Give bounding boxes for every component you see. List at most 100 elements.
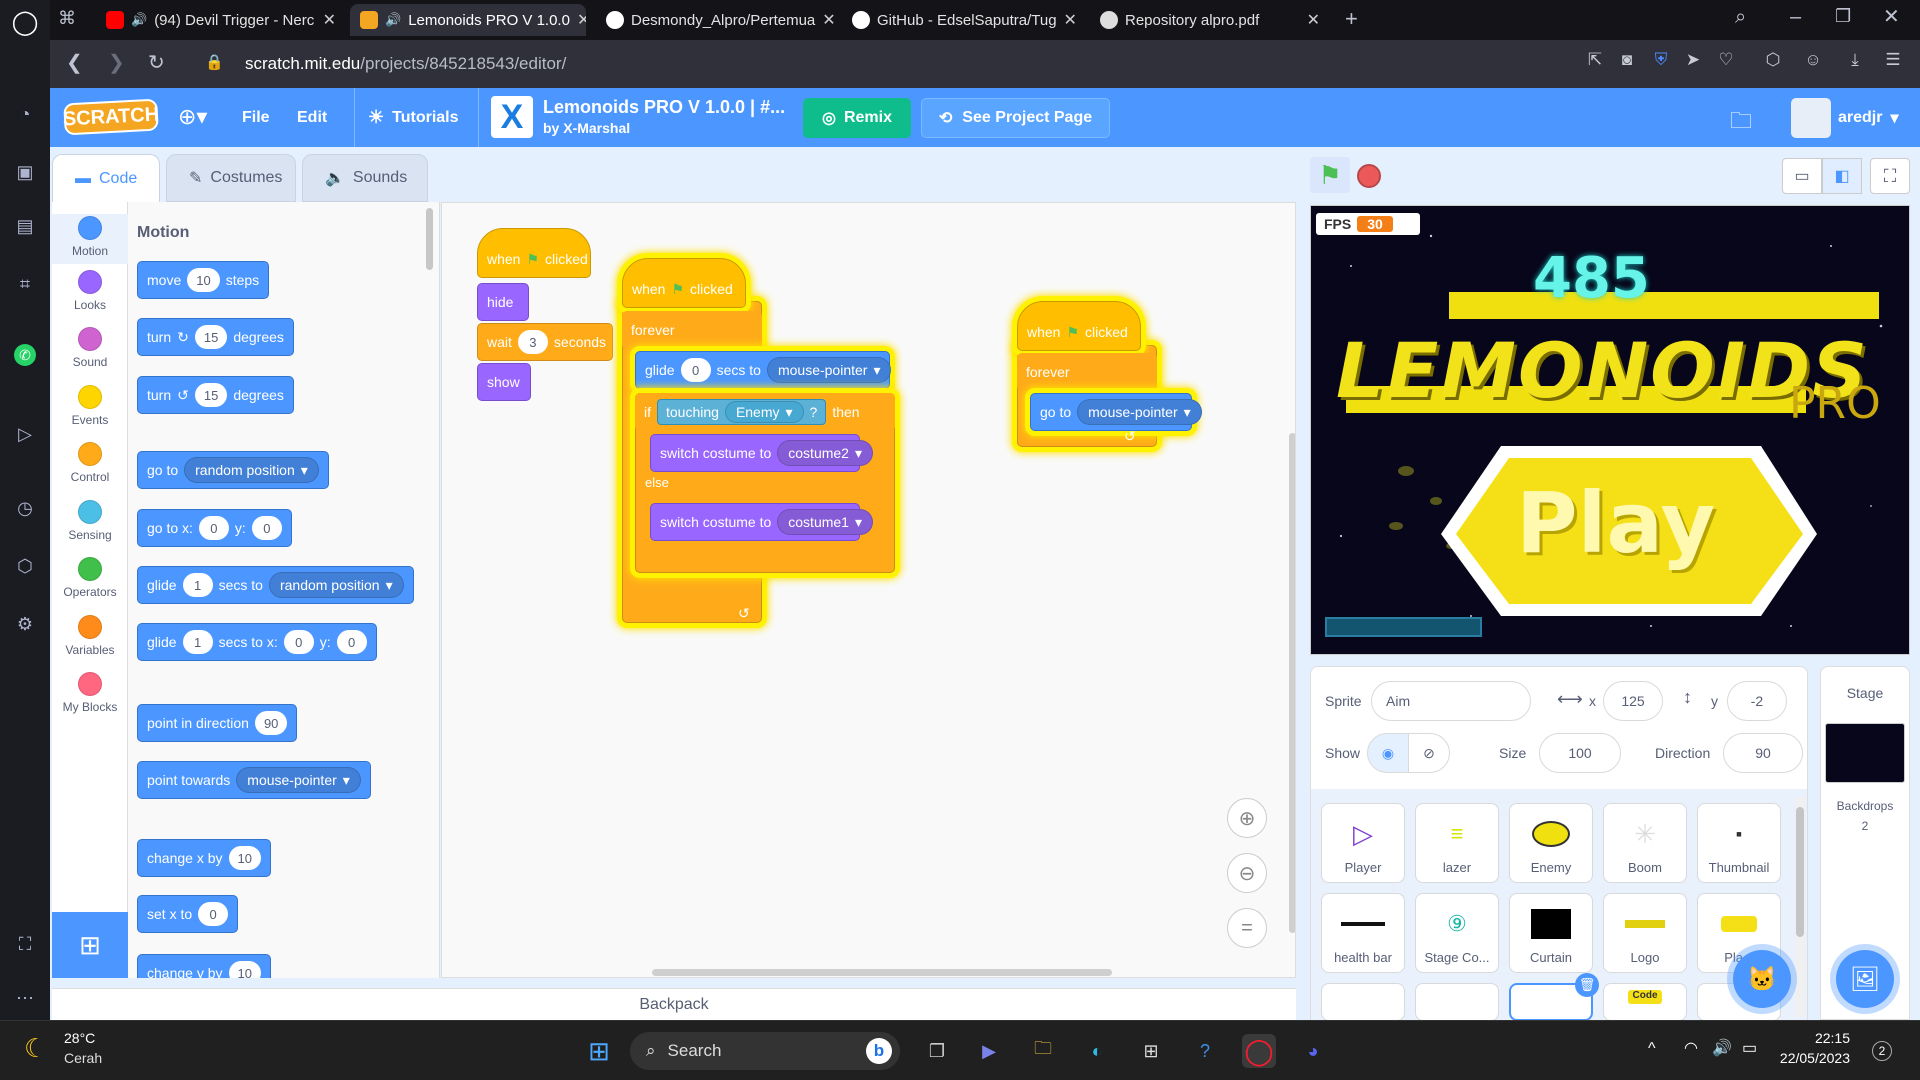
block-input[interactable]: 15: [194, 325, 228, 349]
whatsapp-icon[interactable]: ✆: [14, 344, 36, 366]
opera-taskbar-icon[interactable]: ◯: [1242, 1034, 1276, 1068]
block-input[interactable]: 3: [517, 330, 548, 354]
block-input[interactable]: 10: [228, 846, 261, 870]
tab-pdf[interactable]: Repository alpro.pdf ✕: [1090, 4, 1330, 36]
block-touching[interactable]: touching Enemy ▾?: [657, 399, 827, 425]
zoom-reset-icon[interactable]: =: [1227, 908, 1267, 948]
block-if-else[interactable]: if touching Enemy ▾? then: [635, 393, 895, 431]
y-input[interactable]: -2: [1727, 681, 1787, 721]
zoom-out-icon[interactable]: ⊖: [1227, 853, 1267, 893]
snapshot-icon[interactable]: ⛶: [11, 930, 39, 958]
sprite-tile[interactable]: [1415, 983, 1499, 1021]
tab-github-2[interactable]: GitHub - EdselSaputra/Tug ✕: [842, 4, 1082, 36]
block-when-flag-clicked[interactable]: when ⚑ clicked: [622, 258, 746, 308]
sprite-tile[interactable]: health bar: [1321, 893, 1405, 973]
sprite-tile[interactable]: ✳ Boom: [1603, 803, 1687, 883]
shopping-icon[interactable]: ▣: [11, 158, 39, 186]
block-change-y[interactable]: change y by 10: [137, 954, 271, 978]
cube-toolbar-icon[interactable]: ⬡: [1760, 50, 1786, 70]
block-turn-right[interactable]: turn ↻ 15 degrees: [137, 318, 294, 356]
green-flag-button[interactable]: ⚑: [1310, 157, 1350, 193]
block-input[interactable]: 90: [254, 711, 288, 735]
stage-canvas[interactable]: FPS 30 485 LEMONOIDS PRO Play: [1310, 205, 1910, 655]
taskbar-search[interactable]: ⌕ Search b: [630, 1032, 900, 1070]
sprite-list-scrollbar[interactable]: [1795, 797, 1805, 1017]
clock-time[interactable]: 22:15: [1780, 1030, 1850, 1046]
new-tab-icon[interactable]: +: [1345, 6, 1358, 32]
show-hidden-icon[interactable]: ⊘: [1408, 733, 1450, 773]
settings-icon[interactable]: ⚙: [11, 610, 39, 638]
block-when-flag-clicked[interactable]: when ⚑ clicked: [477, 228, 591, 278]
block-input[interactable]: 1: [182, 573, 213, 597]
block-switch-costume[interactable]: switch costume to costume2 ▾: [650, 434, 873, 472]
speed-dial-icon[interactable]: ◔: [11, 100, 39, 128]
sprite-tile[interactable]: Enemy: [1509, 803, 1593, 883]
category-control[interactable]: Control: [52, 442, 128, 484]
tab-sounds[interactable]: 🔈 Sounds: [302, 154, 428, 202]
block-input[interactable]: 0: [198, 902, 229, 926]
block-dropdown[interactable]: costume2 ▾: [777, 440, 873, 466]
scratch-logo[interactable]: SCRATCH: [62, 98, 160, 136]
block-forever[interactable]: forever: [1017, 353, 1157, 391]
tray-chevron-icon[interactable]: ^: [1648, 1040, 1656, 1058]
twitch-icon[interactable]: ▤: [11, 212, 39, 240]
workspace-vscroll[interactable]: [1289, 433, 1295, 933]
direction-input[interactable]: 90: [1723, 733, 1803, 773]
tab-scratch[interactable]: 🔊 Lemonoids PRO V 1.0.0 ✕: [350, 4, 586, 36]
block-dropdown[interactable]: random position ▾: [184, 457, 319, 483]
block-dropdown[interactable]: random position ▾: [268, 572, 404, 598]
block-dropdown[interactable]: mouse-pointer ▾: [766, 357, 892, 383]
block-hide[interactable]: hide: [477, 283, 529, 321]
weather-temp[interactable]: 28°C: [64, 1030, 95, 1046]
play-button[interactable]: Play: [1516, 474, 1715, 572]
block-input[interactable]: 0: [283, 630, 314, 654]
player-icon[interactable]: ▷: [11, 420, 39, 448]
category-motion[interactable]: Motion: [52, 214, 128, 264]
block-switch-costume[interactable]: switch costume to costume1 ▾: [650, 503, 873, 541]
close-window-icon[interactable]: ✕: [1883, 4, 1900, 29]
chip-icon[interactable]: ⌗: [11, 270, 39, 298]
close-tab-icon[interactable]: ✕: [1307, 10, 1320, 30]
my-stuff-folder-icon[interactable]: 🗀: [1730, 104, 1752, 142]
block-dropdown[interactable]: mouse-pointer ▾: [1077, 399, 1202, 425]
block-input[interactable]: 15: [194, 383, 228, 407]
close-tab-icon[interactable]: ✕: [323, 10, 336, 30]
tab-costumes[interactable]: ✎ Costumes: [166, 154, 296, 202]
history-icon[interactable]: ◷: [11, 494, 39, 522]
windows-start-icon[interactable]: ⊞: [582, 1034, 616, 1068]
delete-sprite-icon[interactable]: 🗑: [1575, 973, 1599, 997]
block-forever[interactable]: forever: [622, 311, 762, 349]
block-when-flag-clicked[interactable]: when ⚑ clicked: [1017, 301, 1141, 351]
block-go-to-mouse[interactable]: go to mouse-pointer ▾: [1030, 393, 1202, 431]
block-glide-to-mouse[interactable]: glide 0 secs to mouse-pointer ▾: [635, 351, 892, 389]
sprite-tile[interactable]: [1321, 983, 1405, 1021]
wifi-icon[interactable]: ◠: [1684, 1038, 1698, 1058]
stop-button[interactable]: [1357, 164, 1381, 188]
sprite-tile[interactable]: ▷ Player: [1321, 803, 1405, 883]
project-title[interactable]: Lemonoids PRO V 1.0.0 | #...: [543, 97, 785, 118]
block-input[interactable]: 10: [228, 961, 261, 978]
block-wait[interactable]: wait 3 seconds: [477, 323, 613, 361]
tab-github-1[interactable]: Desmondy_Alpro/Pertemua ✕: [596, 4, 836, 36]
fullscreen-icon[interactable]: ⛶: [1870, 158, 1910, 194]
category-looks[interactable]: Looks: [52, 270, 128, 312]
tab-youtube[interactable]: 🔊 (94) Devil Trigger - Nerc ✕: [96, 4, 346, 36]
block-input[interactable]: 0: [680, 358, 711, 382]
forward-icon[interactable]: ❯: [108, 50, 125, 75]
heart-icon[interactable]: ♡: [1713, 50, 1739, 70]
block-dropdown[interactable]: Enemy ▾: [724, 401, 804, 423]
sprite-tile[interactable]: ▪ Thumbnail: [1697, 803, 1781, 883]
block-move-steps[interactable]: move 10 steps: [137, 261, 270, 299]
block-change-x[interactable]: change x by 10: [137, 839, 271, 877]
restore-icon[interactable]: ❐: [1835, 6, 1851, 27]
download-icon[interactable]: ⤓: [1842, 50, 1868, 70]
file-explorer-icon[interactable]: 🗀: [1026, 1034, 1060, 1068]
choose-sprite-button[interactable]: 🐱: [1733, 950, 1791, 1008]
palette-scrollbar[interactable]: [426, 208, 433, 270]
close-tab-icon[interactable]: ✕: [577, 10, 586, 30]
gamepad-icon[interactable]: ⌘: [58, 8, 76, 29]
category-variables[interactable]: Variables: [52, 615, 128, 657]
block-input[interactable]: 0: [198, 516, 229, 540]
tab-code[interactable]: ▬ Code: [52, 154, 160, 202]
url-field[interactable]: scratch.mit.edu/projects/845218543/edito…: [245, 46, 1615, 82]
